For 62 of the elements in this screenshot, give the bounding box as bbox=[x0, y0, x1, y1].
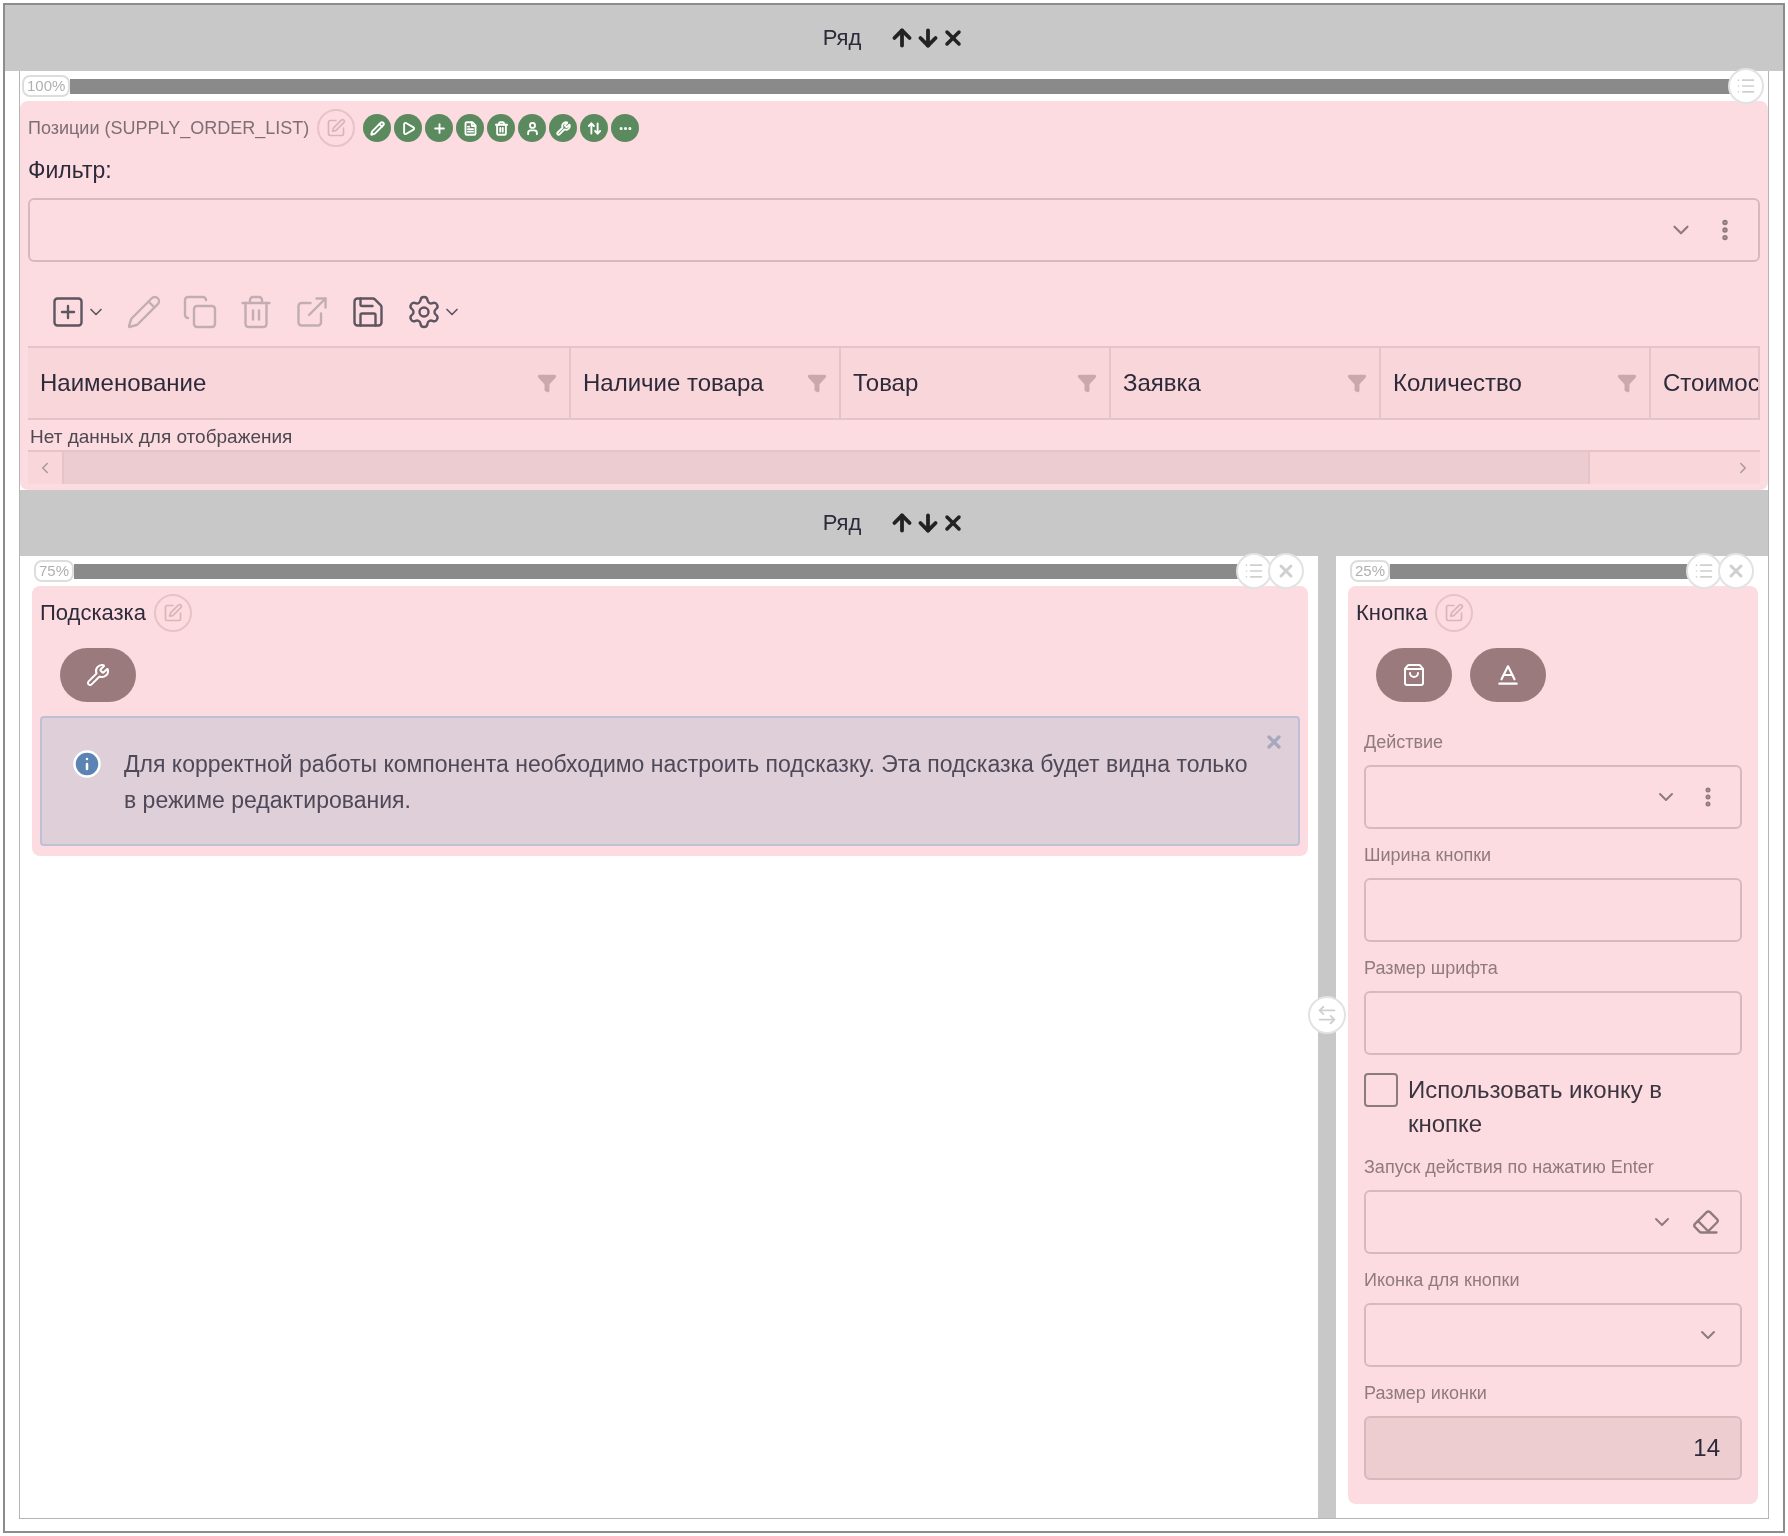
component-title: Подсказка bbox=[40, 600, 146, 626]
select-field[interactable] bbox=[1364, 1190, 1742, 1254]
text-button[interactable] bbox=[1470, 648, 1546, 702]
wrench-button[interactable] bbox=[60, 648, 136, 702]
wrench-icon[interactable] bbox=[549, 114, 578, 142]
eraser-icon[interactable] bbox=[1692, 1208, 1720, 1236]
component-title: Позиции (SUPPLY_ORDER_LIST) bbox=[28, 117, 310, 139]
field-label: Размер иконки bbox=[1364, 1383, 1488, 1404]
list-icon[interactable] bbox=[1728, 68, 1764, 104]
field-label: Действие bbox=[1364, 732, 1445, 753]
filter-field[interactable] bbox=[28, 198, 1760, 262]
column-header[interactable]: Наличие товара bbox=[571, 348, 841, 418]
alert-text: Для корректной работы компонента необходимо настроить подсказку. Эта подсказка будет видна только в режиме редактирования. bbox=[124, 750, 1249, 815]
component-title: Кнопка bbox=[1356, 600, 1428, 626]
input-field[interactable] bbox=[1364, 991, 1742, 1055]
copy-icon[interactable] bbox=[456, 114, 485, 142]
info-icon bbox=[72, 749, 102, 779]
swap-icon[interactable] bbox=[1308, 996, 1346, 1034]
row-title: Ряд bbox=[822, 25, 862, 51]
filter-icon[interactable] bbox=[537, 373, 557, 393]
checkbox[interactable] bbox=[1364, 1073, 1398, 1107]
field-label: Размер шрифта bbox=[1364, 958, 1499, 979]
column-header[interactable]: Товар bbox=[841, 348, 1111, 418]
field-label: Ширина кнопки bbox=[1364, 845, 1493, 866]
user-icon[interactable] bbox=[518, 114, 547, 142]
field-label: Иконка для кнопки bbox=[1364, 1270, 1521, 1291]
ellipsis-icon[interactable] bbox=[611, 114, 640, 142]
width-badge: 100% bbox=[22, 75, 71, 97]
bag-button[interactable] bbox=[1376, 648, 1452, 702]
input-field[interactable] bbox=[1364, 878, 1742, 942]
row-title: Ряд bbox=[822, 510, 862, 536]
checkbox-label: Использовать иконку в кнопке bbox=[1408, 1075, 1664, 1139]
underlined-letter-icon bbox=[1495, 662, 1521, 688]
column-header[interactable]: Заявка bbox=[1111, 348, 1381, 418]
select-field[interactable] bbox=[1364, 1303, 1742, 1367]
filter-icon[interactable] bbox=[1347, 373, 1367, 393]
filter-icon[interactable] bbox=[1077, 373, 1097, 393]
wrench-icon bbox=[86, 663, 110, 687]
edit-icon[interactable] bbox=[1435, 594, 1474, 632]
horizontal-scrollbar[interactable] bbox=[28, 450, 1760, 484]
width-badge: 75% bbox=[34, 560, 75, 582]
add-icon[interactable] bbox=[50, 294, 86, 330]
list-icon[interactable] bbox=[1236, 553, 1272, 589]
pencil-icon[interactable] bbox=[363, 114, 392, 142]
play-icon[interactable] bbox=[394, 114, 423, 142]
select-field[interactable] bbox=[1364, 765, 1742, 829]
bag-icon bbox=[1402, 663, 1426, 687]
width-badge: 25% bbox=[1350, 560, 1391, 582]
filter-icon[interactable] bbox=[1617, 373, 1637, 393]
plus-icon[interactable] bbox=[425, 114, 454, 142]
edit-icon[interactable] bbox=[153, 594, 192, 632]
column-header[interactable]: Наименование bbox=[28, 348, 571, 418]
edit-icon[interactable] bbox=[317, 109, 356, 147]
empty-message: Нет данных для отображения bbox=[29, 425, 294, 449]
field-label: Запуск действия по нажатию Enter bbox=[1364, 1157, 1655, 1178]
filter-icon[interactable] bbox=[807, 373, 827, 393]
filter-label: Фильтр: bbox=[28, 157, 113, 184]
settings-icon[interactable] bbox=[406, 294, 442, 330]
sort-icon[interactable] bbox=[580, 114, 609, 142]
trash-icon[interactable] bbox=[487, 114, 516, 142]
column-header[interactable]: Количество bbox=[1381, 348, 1651, 418]
list-icon[interactable] bbox=[1686, 553, 1722, 589]
